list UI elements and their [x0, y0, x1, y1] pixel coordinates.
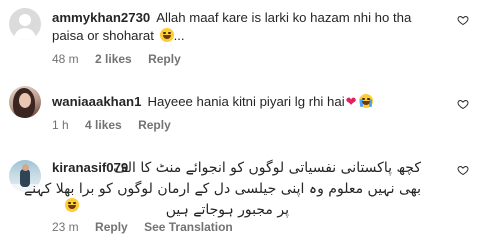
- crying-emoji-icon: [358, 94, 373, 108]
- heart-outline-icon[interactable]: [457, 98, 469, 110]
- comment-body-line2: paisa or shoharat: [52, 28, 154, 43]
- reply-button[interactable]: Reply: [148, 52, 181, 66]
- comment-meta: 48 m 2 likes Reply: [52, 52, 194, 66]
- comment-meta: 23 m Reply See Translation: [52, 220, 246, 234]
- username[interactable]: waniaaakhan1: [52, 94, 141, 109]
- timestamp: 1 h: [52, 118, 69, 132]
- reply-button[interactable]: Reply: [95, 220, 128, 234]
- likes-count[interactable]: 2 likes: [95, 52, 132, 66]
- timestamp: 48 m: [52, 52, 79, 66]
- ellipsis: ...: [173, 28, 185, 43]
- comment-body-line3: پر مجبور ہوجاتے ہیں: [165, 202, 289, 218]
- comment-body: Hayeee hania kitni piyari lg rhi hai: [147, 94, 345, 109]
- comment-text-continued: paisa or shoharat ...: [52, 27, 185, 44]
- see-translation-button[interactable]: See Translation: [144, 220, 233, 234]
- comment-text: waniaaakhan1 Hayeee hania kitni piyari lg…: [52, 93, 373, 110]
- heart-outline-icon[interactable]: [457, 164, 469, 176]
- timestamp: 23 m: [52, 220, 79, 234]
- likes-count[interactable]: 4 likes: [85, 118, 122, 132]
- heart-outline-icon[interactable]: [457, 14, 469, 26]
- comment-body-line1: کچھ پاکستانی نفسیاتی لوگوں کو انجوائے من…: [113, 160, 421, 176]
- username[interactable]: ammykhan2730: [52, 10, 150, 25]
- avatar-user[interactable]: [9, 86, 41, 118]
- laughing-emoji-icon: [65, 198, 79, 212]
- comment-body-line2: بھی نہیں معلوم وہ اپنی جیلسی دل کے ارمان…: [23, 181, 421, 197]
- comment-body: Allah maaf kare is larki ko hazam nhi ho…: [156, 10, 412, 25]
- laughing-emoji-icon: [159, 28, 174, 42]
- red-heart-emoji-icon: ❤: [345, 94, 357, 109]
- comment-meta: 1 h 4 likes Reply: [52, 118, 184, 132]
- reply-button[interactable]: Reply: [138, 118, 171, 132]
- avatar-default[interactable]: [9, 8, 41, 40]
- comment-text: ammykhan2730 Allah maaf kare is larki ko …: [52, 9, 411, 26]
